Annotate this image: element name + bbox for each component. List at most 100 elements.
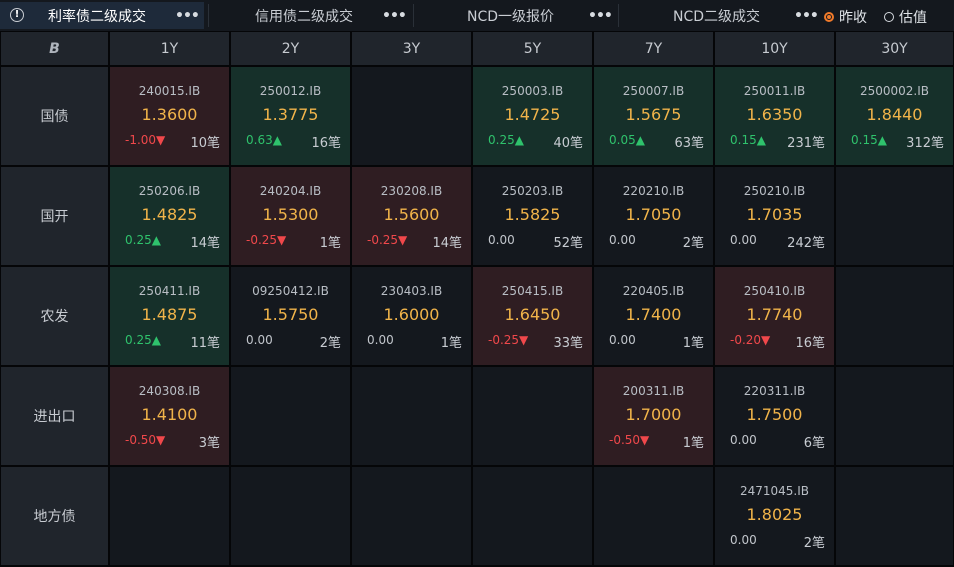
- trade-count: 14笔: [190, 236, 220, 251]
- more-icon[interactable]: •••: [588, 8, 613, 24]
- price-change: 0.00: [730, 233, 757, 247]
- quote-cell[interactable]: 250007.IB 1.5675 0.05▲ 63笔: [594, 67, 713, 165]
- quote-cell[interactable]: 09250412.IB 1.5750 0.00 2笔: [231, 267, 350, 365]
- bond-code: 250012.IB: [259, 84, 322, 98]
- trade-count: 16笔: [795, 336, 825, 351]
- empty-cell: [836, 367, 953, 465]
- bond-code: 250410.IB: [743, 284, 806, 298]
- empty-cell: [836, 467, 953, 565]
- info-icon[interactable]: !: [10, 8, 24, 22]
- tab-label: NCD二级成交: [673, 8, 761, 25]
- bond-code: 250210.IB: [743, 184, 806, 198]
- bond-price: 1.7050: [625, 205, 682, 224]
- quote-cell[interactable]: 250410.IB 1.7740 -0.20▼ 16笔: [715, 267, 834, 365]
- price-change: 0.25▲: [125, 233, 161, 247]
- bond-code: 220311.IB: [743, 384, 806, 398]
- trade-count: 2笔: [803, 536, 825, 551]
- price-change: -0.25▼: [246, 233, 287, 247]
- bond-price: 1.5600: [383, 205, 440, 224]
- row-label: 农发: [1, 267, 108, 365]
- empty-cell: [836, 167, 953, 265]
- bond-code: 2500002.IB: [859, 84, 930, 98]
- bond-code: 09250412.IB: [252, 284, 329, 298]
- bond-price: 1.5825: [504, 205, 561, 224]
- trade-count: 63笔: [674, 136, 704, 151]
- quote-cell[interactable]: 2471045.IB 1.8025 0.00 2笔: [715, 467, 834, 565]
- radio-prev-close[interactable]: 昨收: [824, 7, 867, 27]
- tenor-header[interactable]: 5Y: [473, 32, 592, 65]
- quote-cell[interactable]: 250411.IB 1.4875 0.25▲ 11笔: [110, 267, 229, 365]
- quote-cell[interactable]: 250011.IB 1.6350 0.15▲ 231笔: [715, 67, 834, 165]
- price-change: 0.00: [488, 233, 515, 247]
- row-label: 地方债: [1, 467, 108, 565]
- tenor-header[interactable]: 1Y: [110, 32, 229, 65]
- quote-cell[interactable]: 2500002.IB 1.8440 0.15▲ 312笔: [836, 67, 953, 165]
- trade-count: 14笔: [432, 236, 462, 251]
- tab-label: 信用债二级成交: [255, 8, 353, 25]
- empty-cell: [352, 467, 471, 565]
- price-change: 0.00: [609, 333, 636, 347]
- quote-cell[interactable]: 220311.IB 1.7500 0.00 6笔: [715, 367, 834, 465]
- quote-cell[interactable]: 240204.IB 1.5300 -0.25▼ 1笔: [231, 167, 350, 265]
- empty-cell: [836, 267, 953, 365]
- tenor-header[interactable]: 3Y: [352, 32, 471, 65]
- bond-price: 1.7000: [625, 405, 682, 424]
- quote-cell[interactable]: 240015.IB 1.3600 -1.00▼ 10笔: [110, 67, 229, 165]
- trade-count: 40笔: [553, 136, 583, 151]
- trade-count: 52笔: [553, 236, 583, 251]
- trade-count: 2笔: [319, 336, 341, 351]
- empty-cell: [473, 367, 592, 465]
- bond-code: 250007.IB: [622, 84, 685, 98]
- quote-cell[interactable]: 230403.IB 1.6000 0.00 1笔: [352, 267, 471, 365]
- tab-ncd-secondary[interactable]: NCD二级成交 •••: [620, 2, 819, 29]
- tenor-header[interactable]: 7Y: [594, 32, 713, 65]
- quote-cell[interactable]: 220405.IB 1.7400 0.00 1笔: [594, 267, 713, 365]
- quote-cell[interactable]: 220210.IB 1.7050 0.00 2笔: [594, 167, 713, 265]
- tenor-header[interactable]: 2Y: [231, 32, 350, 65]
- tab-divider: [413, 4, 414, 27]
- price-change: -0.50▼: [609, 433, 650, 447]
- tab-label: 利率债二级成交: [48, 8, 146, 25]
- tenor-header[interactable]: 10Y: [715, 32, 834, 65]
- bond-price: 1.3775: [262, 105, 319, 124]
- quote-cell[interactable]: 250203.IB 1.5825 0.00 52笔: [473, 167, 592, 265]
- quote-cell[interactable]: 230208.IB 1.5600 -0.25▼ 14笔: [352, 167, 471, 265]
- more-icon[interactable]: •••: [175, 8, 200, 24]
- bond-code: 220405.IB: [622, 284, 685, 298]
- quote-cell[interactable]: 250003.IB 1.4725 0.25▲ 40笔: [473, 67, 592, 165]
- bond-price: 1.5675: [625, 105, 682, 124]
- more-icon[interactable]: •••: [382, 8, 407, 24]
- row-label: 国债: [1, 67, 108, 165]
- quote-cell[interactable]: 250415.IB 1.6450 -0.25▼ 33笔: [473, 267, 592, 365]
- bond-code: 2471045.IB: [739, 484, 810, 498]
- trade-count: 1笔: [682, 336, 704, 351]
- empty-cell: [231, 467, 350, 565]
- quote-cell[interactable]: 250206.IB 1.4825 0.25▲ 14笔: [110, 167, 229, 265]
- price-change: 0.25▲: [125, 333, 161, 347]
- price-change: 0.00: [367, 333, 394, 347]
- more-icon[interactable]: •••: [794, 8, 819, 24]
- empty-cell: [352, 367, 471, 465]
- radio-checked-icon[interactable]: [824, 12, 834, 22]
- tab-ncd-primary-quote[interactable]: NCD一级报价 •••: [415, 2, 615, 29]
- price-change: -0.20▼: [730, 333, 771, 347]
- radio-unchecked-icon[interactable]: [884, 12, 894, 22]
- bond-code: 240204.IB: [259, 184, 322, 198]
- bond-code: 250411.IB: [138, 284, 201, 298]
- radio-valuation[interactable]: 估值: [884, 7, 927, 27]
- tab-rate-bond-secondary[interactable]: ! 利率债二级成交 •••: [0, 2, 204, 29]
- bond-code: 230208.IB: [380, 184, 443, 198]
- trade-count: 2笔: [682, 236, 704, 251]
- quote-cell[interactable]: 250012.IB 1.3775 0.63▲ 16笔: [231, 67, 350, 165]
- bond-code: 250203.IB: [501, 184, 564, 198]
- price-change: -1.00▼: [125, 133, 166, 147]
- tab-credit-bond-secondary[interactable]: 信用债二级成交 •••: [210, 2, 410, 29]
- bond-price: 1.4725: [504, 105, 561, 124]
- tenor-header[interactable]: 30Y: [836, 32, 953, 65]
- bond-code: 250415.IB: [501, 284, 564, 298]
- quote-cell[interactable]: 250210.IB 1.7035 0.00 242笔: [715, 167, 834, 265]
- quote-cell[interactable]: 240308.IB 1.4100 -0.50▼ 3笔: [110, 367, 229, 465]
- price-change: -0.50▼: [125, 433, 166, 447]
- empty-cell: [473, 467, 592, 565]
- quote-cell[interactable]: 200311.IB 1.7000 -0.50▼ 1笔: [594, 367, 713, 465]
